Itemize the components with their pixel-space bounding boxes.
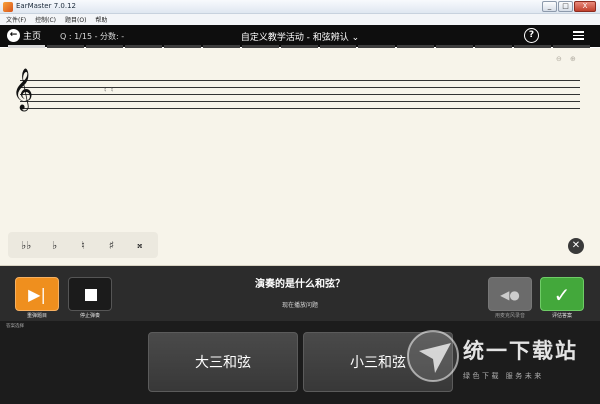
zoom-in-icon[interactable]: ⊕ [570, 55, 576, 63]
site-watermark: 统一下载站 绿色下载 服务未来 [405, 323, 600, 389]
zoom-out-icon[interactable]: ⊖ [556, 55, 562, 63]
close-window-button[interactable]: X [574, 1, 596, 12]
clear-answer-button[interactable]: ✕ [568, 238, 584, 254]
check-label: 评估答案 [551, 313, 572, 319]
natural-button[interactable]: ♮ [73, 239, 93, 252]
microphone-icon: ◀● [500, 288, 520, 302]
microphone-label: 用麦克风录音 [494, 313, 525, 319]
menu-bar: 文件(F) 控制(C) 题目(O) 帮助 [0, 14, 600, 25]
stop-label: 停止弹奏 [79, 313, 100, 319]
music-staff [20, 80, 580, 109]
menu-file[interactable]: 文件(F) [6, 15, 26, 24]
app-navbar: ← 主页 Q : 1/15 - 分数: - 自定义教学活动 - 和弦辨认 ⌄ ? [0, 25, 600, 47]
window-title: EarMaster 7.0.12 [16, 2, 76, 10]
check-answer-button[interactable]: ✓ [540, 277, 584, 311]
control-bar: ▶| 重弹题目 停止弹奏 演奏的是什么和弦？ 现在播放问题 ◀● 用麦克风录音 … [0, 266, 600, 321]
menu-question[interactable]: 题目(O) [65, 15, 86, 24]
treble-clef-icon: 𝄞 [12, 69, 34, 110]
sharp-button[interactable]: ♯ [101, 239, 121, 252]
double-flat-button[interactable]: ♭♭ [16, 239, 36, 252]
window-controls: _ □ X [542, 1, 596, 12]
answer-major-triad[interactable]: 大三和弦 [148, 332, 298, 392]
watermark-text: 统一下载站 [463, 339, 578, 363]
replay-label: 重弹题目 [26, 313, 47, 319]
menu-help[interactable]: 帮助 [95, 15, 107, 24]
help-button[interactable]: ? [524, 28, 539, 43]
hamburger-icon[interactable] [573, 31, 584, 40]
activity-title[interactable]: 自定义教学活动 - 和弦辨认 ⌄ [0, 30, 600, 43]
microphone-button[interactable]: ◀● [488, 277, 532, 311]
menu-control[interactable]: 控制(C) [35, 15, 56, 24]
chord-notes: ♮ ♮ [104, 86, 115, 94]
accidental-palette: ♭♭ ♭ ♮ ♯ 𝄪 [8, 232, 158, 258]
maximize-button[interactable]: □ [558, 1, 573, 12]
flat-button[interactable]: ♭ [45, 239, 65, 252]
answer-area-label: 答案选择 [6, 324, 24, 329]
earmaster-app-icon [3, 2, 13, 12]
watermark-logo-icon [407, 330, 459, 382]
checkmark-icon: ✓ [553, 283, 571, 307]
window-titlebar: EarMaster 7.0.12 _ □ X [0, 0, 600, 14]
watermark-subtext: 绿色下载 服务未来 [463, 372, 544, 380]
double-sharp-button[interactable]: 𝄪 [130, 238, 150, 252]
minimize-button[interactable]: _ [542, 1, 557, 12]
